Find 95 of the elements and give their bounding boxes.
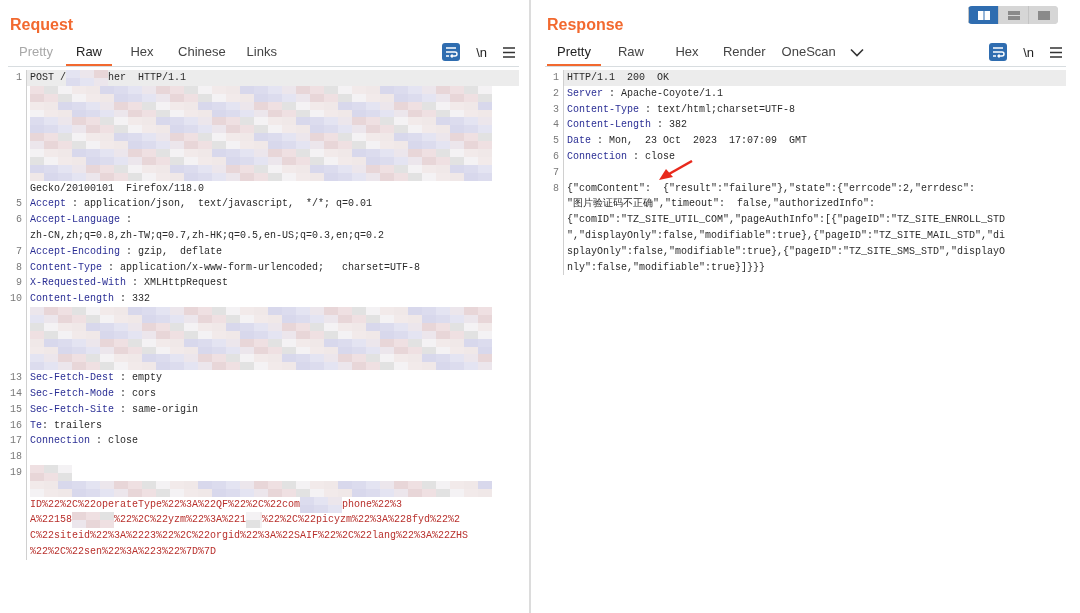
newline-toggle[interactable]: \n [1021,44,1036,60]
body-text: C%22siteid%22%3A%2223%22%2C%22orgid%22%3A%22SAIF%22%2C%22lang%22%3A%22ZHS [30,529,469,544]
view-tab[interactable]: Pretty [547,38,601,66]
header-name: Content-Length [30,292,114,307]
code-text: POST / [30,71,66,85]
line-number: 17 [8,433,27,450]
body-text: phone%22%3 [342,497,403,512]
code-text: HTTP/1.1 200 OK [567,71,670,85]
line-number: 3 [545,101,564,118]
line-number: 9 [8,275,27,292]
header-name: Sec-Fetch-Site [30,402,114,417]
line-number: 8 [545,180,564,197]
line-number: 19 [8,464,27,481]
word-wrap-icon[interactable] [989,43,1008,61]
header-name: Content-Type [30,260,102,275]
body-text: %22%2C%22sen%22%3A%223%22%7D%7D [30,544,217,559]
line-number: 7 [545,164,564,181]
view-tab[interactable]: Hex [122,38,162,66]
header-name: Server [567,86,603,101]
menu-icon[interactable] [1050,46,1062,58]
code-text: : Apache-Coyote/1.1 [608,86,724,101]
layout-toggle-button[interactable] [1028,6,1058,24]
header-name: Connection [30,434,90,449]
line-number: 6 [8,212,27,228]
code-text: : text/html;charset=UTF-8 [644,102,796,117]
code-text: her HTTP/1.1 [108,71,187,85]
single-layout-icon [1037,10,1050,20]
header-name: X-Requested-With [30,276,126,291]
code-text: : close [632,150,676,164]
line-number: 18 [8,449,27,465]
code-text: : 382 [656,118,688,133]
code-text: : empty [119,371,163,386]
code-text: : close [95,434,139,449]
line-number: 7 [8,243,27,260]
split-layout-icon [977,10,990,20]
code-text: ","displayOnly":false,"modifiable":true},{"pageID":"TZ_SITE_MAIL_STD","di [567,228,1006,243]
code-text: : XMLHttpRequest [131,276,229,291]
code-text: : application/json, text/javascript, */*; q=0.01 [71,197,373,212]
view-tab[interactable]: Raw [66,38,112,66]
line-number: 16 [8,417,27,434]
line-number: 6 [545,149,564,165]
line-number: 2 [545,85,564,102]
view-tab[interactable]: Raw [610,38,651,66]
header-name: Connection [567,150,627,164]
header-name: Sec-Fetch-Mode [30,386,114,401]
header-name: Accept [30,197,66,212]
menu-icon[interactable] [503,46,515,58]
line-number: 15 [8,401,27,418]
line-number: 4 [545,117,564,134]
layout-toggle-button[interactable] [968,6,998,24]
code-text: splayOnly":false,"modifiable":true},{"pageID":"TZ_SITE_SMS_STD","displayO [567,244,1006,259]
pane-title: Request [9,16,74,35]
view-tab[interactable]: Links [241,38,282,66]
line-number: 13 [8,370,27,386]
line-number: 14 [8,385,27,402]
code-text: : cors [119,386,157,401]
body-text: A%22158 [30,513,72,528]
code-text: zh-CN,zh;q=0.8,zh-TW;q=0.7,zh-HK;q=0.5,en-US;q=0.3,en;q=0.2 [30,228,385,243]
header-name: Sec-Fetch-Dest [30,371,114,386]
body-text: ID%22%2C%22operateType%22%3A%22QF%22%2C%22com [30,497,301,512]
code-text: : Mon, 23 Oct 2023 17:07:09 GMT [596,134,808,149]
line-number: 5 [545,133,564,149]
view-tab[interactable]: Hex [666,38,707,66]
code-text: : same-origin [119,402,199,417]
code-text: Gecko/20100101 Firefox/118.0 [30,181,205,196]
header-name: Accept-Encoding [30,244,120,259]
header-name: Date [567,134,591,149]
code-text: : application/x-www-form-urlencoded; charset=UTF-8 [107,260,421,275]
header-name: Te [30,418,42,433]
code-text: {"comID":"TZ_SITE_UTIL_COM","pageAuthInfo":[{"pageID":"TZ_SITE_ENROLL_STD [567,213,1006,228]
word-wrap-icon[interactable] [442,43,461,61]
header-name: Content-Length [567,118,651,133]
newline-toggle[interactable]: \n [474,44,489,60]
header-name: Accept-Language [30,213,120,228]
stacked-layout-icon [1007,10,1020,20]
view-tab[interactable]: Render [722,38,766,66]
code-text: : 332 [119,292,151,307]
code-text: : [125,213,133,228]
code-text: "图片验证码不正确","timeout": false,"authorizedInfo": [567,196,876,212]
body-text: %22%2C%22picyzm%22%3A%228fyd%22%2 [262,513,461,528]
line-number: 8 [8,259,27,276]
code-text: nly":false,"modifiable":true}]}}} [567,260,766,275]
body-text: %22%2C%22yzm%22%3A%221 [114,513,247,528]
code-text: {"comContent": {"result":"failure"},"state":{"errcode":2,"errdesc": [567,181,976,196]
code-text: : trailers [42,418,103,433]
pane-title: Response [546,16,624,35]
blurred-text [246,512,263,529]
view-tab[interactable]: OneScan [781,38,836,66]
blurred-text [72,512,114,529]
header-name: Content-Type [567,102,639,117]
line-number: 5 [8,196,27,213]
code-text: : gzip, deflate [125,244,223,259]
chevron-down-icon[interactable] [849,47,864,57]
view-tab[interactable]: Chinese [178,38,226,66]
line-number: 10 [8,291,27,307]
